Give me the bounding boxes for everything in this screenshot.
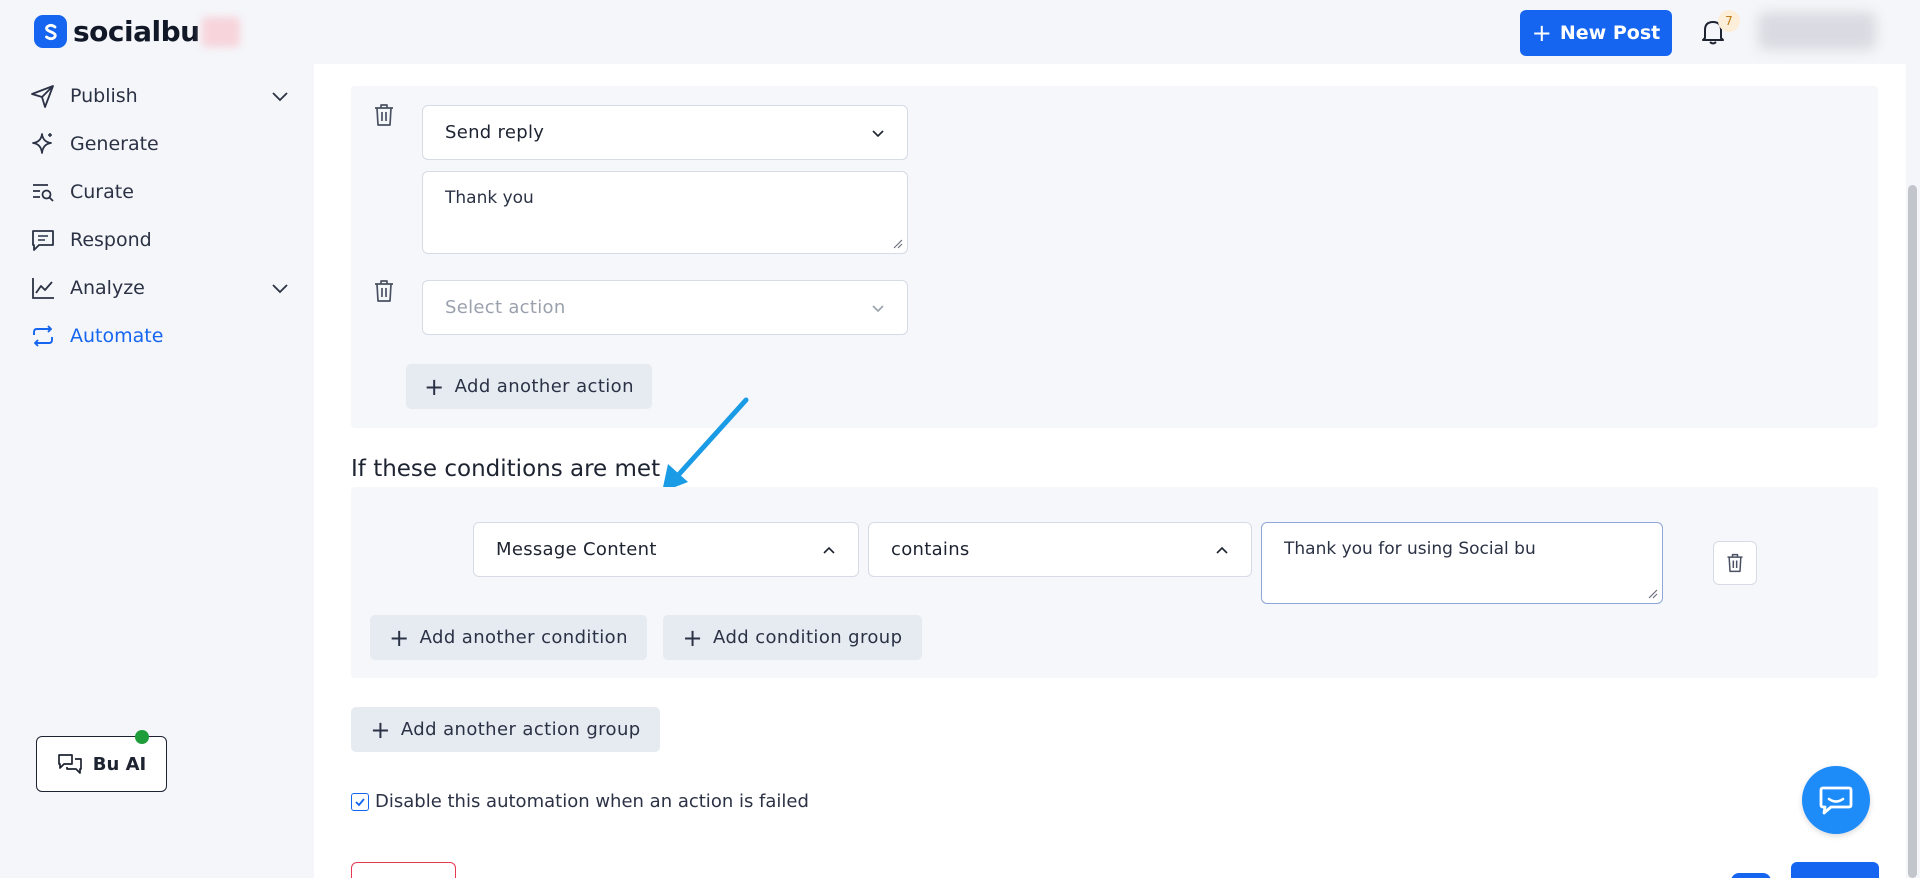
add-another-action-group-button[interactable]: + Add another action group bbox=[351, 707, 660, 752]
new-post-label: New Post bbox=[1559, 22, 1661, 44]
bu-ai-button[interactable]: Bu AI bbox=[36, 736, 167, 792]
message-icon bbox=[32, 230, 54, 251]
chevron-up-icon bbox=[823, 546, 835, 554]
sidebar-item-label: Analyze bbox=[70, 277, 145, 299]
plus-icon: + bbox=[389, 623, 410, 652]
chevron-down-icon bbox=[872, 129, 884, 137]
chevron-down-icon bbox=[272, 284, 288, 294]
curate-search-list-icon bbox=[33, 184, 54, 202]
delete-automation-button[interactable] bbox=[351, 862, 456, 878]
repeat-icon bbox=[33, 325, 53, 347]
select-action-placeholder: Select action bbox=[445, 297, 566, 318]
condition-field-value: Message Content bbox=[496, 539, 657, 560]
sparkle-icon bbox=[32, 133, 52, 154]
notification-badge: 7 bbox=[1718, 10, 1740, 32]
line-chart-icon bbox=[32, 278, 54, 299]
plus-icon: + bbox=[682, 623, 704, 652]
sidebar-item-label: Respond bbox=[70, 229, 152, 251]
action-type-value: Send reply bbox=[445, 122, 545, 143]
disable-on-failure-label: Disable this automation when an action i… bbox=[375, 791, 809, 812]
sidebar-item-label: Publish bbox=[70, 85, 138, 107]
sidebar-item-automate[interactable]: Automate bbox=[30, 318, 290, 354]
trash-icon[interactable] bbox=[372, 102, 396, 128]
trash-icon[interactable] bbox=[372, 278, 396, 304]
save-button[interactable] bbox=[1791, 862, 1879, 878]
help-chat-button[interactable] bbox=[1802, 766, 1870, 834]
action-type-select[interactable]: Send reply bbox=[422, 105, 908, 160]
brand-name-redacted bbox=[201, 16, 240, 47]
add-condition-group-button[interactable]: + Add condition group bbox=[663, 615, 922, 660]
add-another-condition-button[interactable]: + Add another condition bbox=[370, 615, 647, 660]
send-icon bbox=[31, 85, 54, 108]
delete-condition-button[interactable] bbox=[1713, 541, 1757, 585]
condition-operator-select[interactable]: contains bbox=[868, 522, 1252, 577]
top-bar: socialbu + New Post 7 bbox=[0, 0, 1920, 64]
plus-icon: + bbox=[370, 715, 391, 744]
select-action-dropdown[interactable]: Select action bbox=[422, 280, 908, 335]
chat-bubble-icon bbox=[1819, 786, 1853, 815]
sidebar-item-label: Automate bbox=[70, 325, 164, 347]
condition-value-text: Thank you for using Social bu bbox=[1284, 539, 1536, 559]
socialbu-logo-icon bbox=[34, 15, 67, 48]
sidebar-item-analyze[interactable]: Analyze bbox=[30, 270, 290, 306]
disable-on-failure-row[interactable]: Disable this automation when an action i… bbox=[351, 791, 809, 812]
plus-icon: + bbox=[424, 372, 445, 401]
condition-operator-value: contains bbox=[891, 539, 970, 560]
chevron-down-icon bbox=[272, 92, 288, 102]
chat-bubbles-icon bbox=[57, 754, 82, 774]
chevron-up-icon bbox=[1216, 546, 1228, 554]
sidebar-item-label: Generate bbox=[70, 133, 159, 155]
plus-icon: + bbox=[1531, 19, 1552, 47]
conditions-heading: If these conditions are met bbox=[351, 456, 661, 482]
bu-ai-label: Bu AI bbox=[92, 753, 147, 775]
condition-field-select[interactable]: Message Content bbox=[473, 522, 859, 577]
sidebar-item-generate[interactable]: Generate bbox=[30, 126, 290, 162]
user-menu-redacted[interactable] bbox=[1758, 12, 1876, 50]
scrollbar[interactable] bbox=[1908, 185, 1917, 878]
chevron-down-icon bbox=[872, 304, 884, 312]
toggle-button[interactable] bbox=[1731, 873, 1771, 878]
disable-on-failure-checkbox[interactable] bbox=[351, 792, 369, 811]
add-condition-label: Add another condition bbox=[419, 627, 628, 648]
add-action-group-label: Add another action group bbox=[400, 719, 641, 740]
condition-value-input[interactable]: Thank you for using Social bu bbox=[1261, 522, 1663, 604]
add-group-label: Add condition group bbox=[713, 627, 903, 648]
sidebar-item-respond[interactable]: Respond bbox=[30, 222, 290, 258]
reply-text-value: Thank you bbox=[445, 188, 534, 208]
reply-text-area[interactable]: Thank you bbox=[422, 171, 908, 254]
add-action-label: Add another action bbox=[454, 376, 634, 397]
trash-icon bbox=[1727, 553, 1743, 573]
resize-handle-icon[interactable] bbox=[893, 239, 903, 249]
brand-logo[interactable]: socialbu bbox=[34, 15, 240, 48]
add-another-action-button[interactable]: + Add another action bbox=[406, 364, 652, 409]
sidebar-item-publish[interactable]: Publish bbox=[30, 78, 290, 114]
sidebar-item-label: Curate bbox=[70, 181, 134, 203]
sidebar-item-curate[interactable]: Curate bbox=[30, 174, 290, 210]
online-status-dot bbox=[135, 730, 149, 744]
annotation-arrow bbox=[662, 397, 749, 492]
check-icon bbox=[355, 797, 365, 806]
resize-handle-icon[interactable] bbox=[1648, 589, 1658, 599]
new-post-button[interactable]: + New Post bbox=[1520, 10, 1672, 56]
brand-name: socialbu bbox=[73, 15, 200, 48]
